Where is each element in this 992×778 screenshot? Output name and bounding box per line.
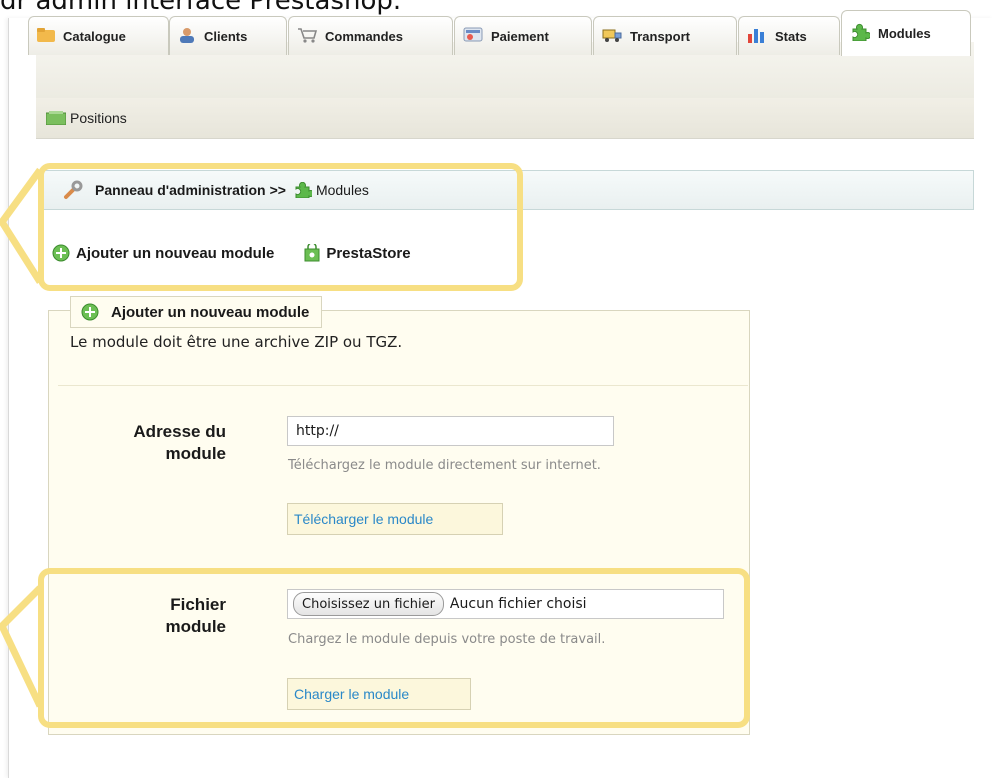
module-url-value: http:// <box>296 423 339 439</box>
highlight-box-bottom <box>38 568 750 728</box>
url-label-line2: module <box>165 444 226 463</box>
tab-label: Catalogue <box>63 28 126 44</box>
fieldset-legend: Ajouter un nouveau module <box>70 296 323 328</box>
payment-icon <box>463 27 483 46</box>
divider <box>58 385 748 386</box>
tab-clients[interactable]: Clients <box>169 16 287 55</box>
highlight-box-top <box>38 163 523 291</box>
caption-text: dr admin interface Prestashop. <box>0 0 402 16</box>
tab-label: Clients <box>204 28 248 44</box>
module-url-input[interactable]: http:// <box>287 416 614 446</box>
tab-modules[interactable]: Modules <box>841 10 971 56</box>
highlight-arrows <box>0 167 44 708</box>
users-icon <box>178 27 196 46</box>
puzzle-icon <box>850 23 872 44</box>
tab-label: Modules <box>878 26 931 41</box>
tab-commandes[interactable]: Commandes <box>288 16 453 55</box>
add-circle-icon <box>81 303 99 321</box>
tab-label: Commandes <box>325 28 404 44</box>
positions-label: Positions <box>70 110 127 126</box>
tab-label: Paiement <box>491 28 549 44</box>
cart-icon <box>297 27 318 46</box>
bar-chart-icon <box>747 27 767 46</box>
tab-transport[interactable]: Transport <box>593 16 737 55</box>
tab-stats[interactable]: Stats <box>738 16 840 55</box>
format-instructions: Le module doit être une archive ZIP ou T… <box>70 333 403 351</box>
legend-title: Ajouter un nouveau module <box>111 303 310 321</box>
url-label: Adresse du module <box>70 421 226 465</box>
sub-navigation: Positions <box>36 98 974 139</box>
url-label-line1: Adresse du <box>133 422 226 441</box>
url-hint: Téléchargez le module directement sur in… <box>288 458 601 473</box>
truck-icon <box>602 27 622 46</box>
download-module-button[interactable]: Télécharger le module <box>287 503 503 535</box>
tab-label: Stats <box>775 28 807 44</box>
tab-paiement[interactable]: Paiement <box>454 16 592 55</box>
tab-label: Transport <box>630 28 690 44</box>
